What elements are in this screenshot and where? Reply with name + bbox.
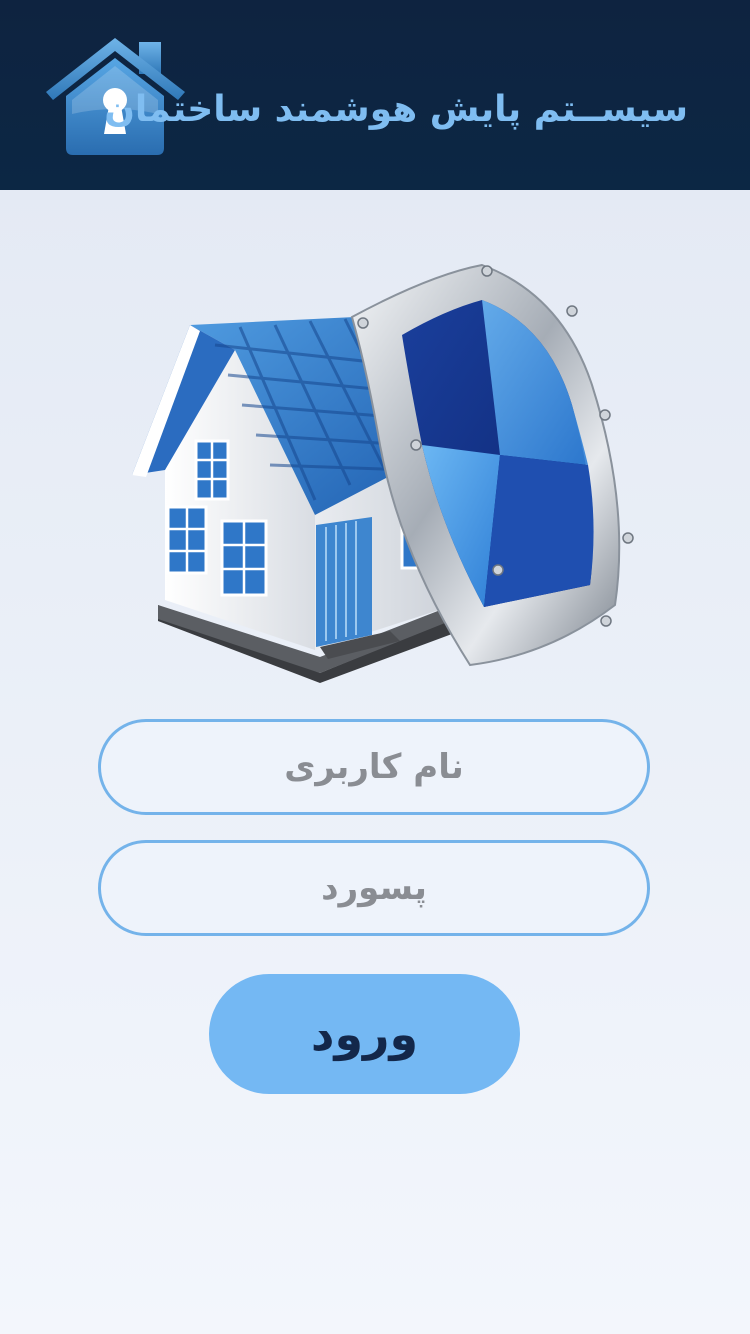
password-input[interactable]	[128, 858, 620, 918]
app-title: سیســتم پایش هوشمند ساختمان	[104, 89, 688, 130]
username-input[interactable]	[128, 737, 620, 797]
username-field[interactable]	[98, 719, 650, 815]
app-header: سیســتم پایش هوشمند ساختمان	[0, 0, 750, 190]
house-shield-icon	[132, 263, 634, 683]
password-field[interactable]	[98, 840, 650, 936]
login-button[interactable]: ورود	[209, 974, 520, 1094]
